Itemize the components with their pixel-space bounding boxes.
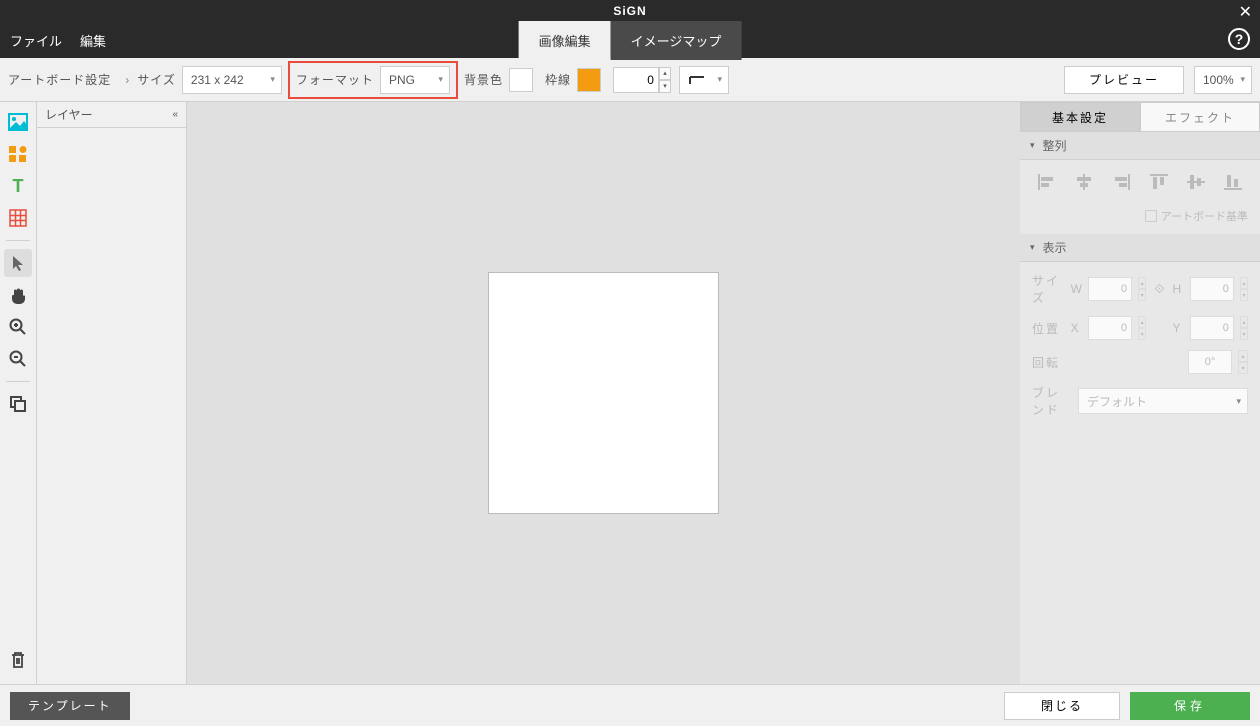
pointer-tool-icon[interactable] [4, 249, 32, 277]
caret-down-icon: ▾ [1240, 74, 1245, 85]
svg-text:T: T [13, 177, 24, 195]
width-input[interactable] [1088, 277, 1132, 301]
artboard-base-label: アートボード基準 [1161, 208, 1248, 224]
section-display-header[interactable]: ▾ 表示 [1020, 234, 1260, 262]
format-highlight: フォーマット PNG ▾ [288, 61, 458, 99]
prop-pos-label: 位置 [1032, 320, 1065, 337]
menubar: ファイル 編集 画像編集 イメージマップ ? [0, 22, 1260, 58]
hand-tool-icon[interactable] [4, 281, 32, 309]
spinner-down[interactable]: ▾ [659, 80, 671, 93]
template-button[interactable]: テンプレート [10, 692, 130, 720]
toolstrip: T [0, 102, 37, 684]
footer: テンプレート 閉じる 保存 [0, 684, 1260, 726]
border-width-input[interactable] [613, 67, 659, 93]
preview-button[interactable]: プレビュー [1064, 66, 1184, 94]
rotation-input[interactable] [1188, 350, 1232, 374]
app-title: SiGN [613, 4, 646, 18]
prop-rot-label: 回転 [1032, 354, 1072, 371]
close-icon[interactable]: ✕ [1239, 2, 1252, 22]
right-panel: 基本設定 エフェクト ▾ 整列 アートボード基準 ▾ 表示 サイズ W [1020, 102, 1260, 684]
bgcolor-swatch[interactable] [509, 68, 533, 92]
format-label: フォーマット [296, 71, 374, 88]
menu-edit[interactable]: 編集 [80, 31, 106, 50]
chevron-right-icon: › [125, 73, 129, 87]
link-icon[interactable]: ⟐ [1154, 281, 1164, 297]
help-icon[interactable]: ? [1228, 28, 1250, 50]
save-button[interactable]: 保存 [1130, 692, 1250, 720]
layer-panel: レイヤー « [37, 102, 187, 684]
caret-down-icon: ▾ [438, 74, 443, 85]
blend-dropdown[interactable]: デフォルト ▾ [1078, 388, 1248, 414]
caret-down-icon: ▾ [717, 74, 722, 85]
shapes-tool-icon[interactable] [4, 140, 32, 168]
titlebar: SiGN ✕ [0, 0, 1260, 22]
zoom-in-icon[interactable] [4, 313, 32, 341]
layer-title: レイヤー [45, 106, 93, 123]
menu-file[interactable]: ファイル [10, 31, 62, 50]
align-left-icon[interactable] [1033, 170, 1061, 194]
close-button[interactable]: 閉じる [1004, 692, 1120, 720]
section-align-header[interactable]: ▾ 整列 [1020, 132, 1260, 160]
copy-tool-icon[interactable] [4, 390, 32, 418]
tab-image-edit[interactable]: 画像編集 [519, 21, 611, 60]
y-input[interactable] [1190, 316, 1234, 340]
artboard-settings-label: アートボード設定 [8, 71, 111, 88]
tab-effect[interactable]: エフェクト [1140, 102, 1260, 132]
zoom-dropdown[interactable]: 100% ▾ [1194, 66, 1252, 94]
size-label: サイズ [137, 71, 176, 88]
text-tool-icon[interactable]: T [4, 172, 32, 200]
caret-down-icon: ▾ [1236, 396, 1241, 407]
caret-down-icon: ▾ [1030, 242, 1035, 253]
tab-basic-settings[interactable]: 基本設定 [1020, 102, 1140, 132]
border-color-swatch[interactable] [577, 68, 601, 92]
tab-image-map[interactable]: イメージマップ [611, 21, 742, 60]
toolbar: アートボード設定 › サイズ 231 x 242 ▾ フォーマット PNG ▾ … [0, 58, 1260, 102]
caret-down-icon: ▾ [270, 74, 275, 85]
bgcolor-label: 背景色 [464, 71, 503, 88]
linestyle-dropdown[interactable]: ▾ [679, 66, 729, 94]
height-input[interactable] [1190, 277, 1234, 301]
artboard[interactable] [488, 272, 719, 514]
trash-icon[interactable] [4, 646, 32, 674]
align-right-icon[interactable] [1107, 170, 1135, 194]
image-tool-icon[interactable] [4, 108, 32, 136]
canvas-area[interactable] [187, 102, 1020, 684]
size-dropdown[interactable]: 231 x 242 ▾ [182, 66, 282, 94]
align-vcenter-icon[interactable] [1182, 170, 1210, 194]
format-dropdown[interactable]: PNG ▾ [380, 66, 450, 94]
align-bottom-icon[interactable] [1219, 170, 1247, 194]
artboard-base-checkbox[interactable] [1145, 210, 1157, 222]
align-top-icon[interactable] [1145, 170, 1173, 194]
caret-down-icon: ▾ [1030, 140, 1035, 151]
spinner-up[interactable]: ▴ [659, 67, 671, 80]
zoom-out-icon[interactable] [4, 345, 32, 373]
prop-size-label: サイズ [1032, 272, 1065, 306]
prop-blend-label: ブレンド [1032, 384, 1072, 418]
border-label: 枠線 [545, 71, 571, 88]
x-input[interactable] [1088, 316, 1132, 340]
collapse-icon[interactable]: « [172, 109, 178, 120]
align-hcenter-icon[interactable] [1070, 170, 1098, 194]
grid-tool-icon[interactable] [4, 204, 32, 232]
